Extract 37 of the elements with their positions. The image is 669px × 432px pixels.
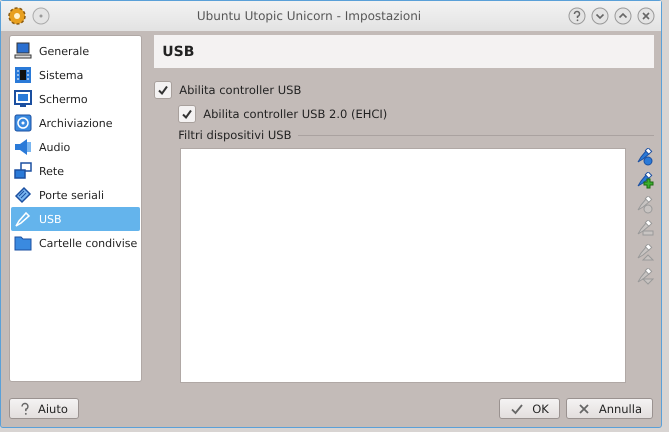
close-icon[interactable]: [637, 7, 655, 25]
sidebar-item[interactable]: Porte seriali: [11, 183, 140, 207]
sidebar-item[interactable]: Generale: [11, 39, 140, 63]
sidebar-item[interactable]: Audio: [11, 135, 140, 159]
checkbox-box[interactable]: [154, 81, 172, 99]
page-header: USB: [154, 35, 654, 68]
help-button[interactable]: Aiuto: [9, 398, 79, 419]
group-label: Filtri dispositivi USB: [178, 128, 292, 142]
plug-plus-icon[interactable]: [636, 172, 654, 190]
connector-icon: [14, 186, 32, 204]
sidebar-item[interactable]: Rete: [11, 159, 140, 183]
sidebar-item[interactable]: Schermo: [11, 87, 140, 111]
disk-icon: [14, 114, 32, 132]
sidebar-item[interactable]: Sistema: [11, 63, 140, 87]
gear-icon[interactable]: [7, 6, 27, 26]
monitor-icon: [14, 90, 32, 108]
ok-button[interactable]: OK: [499, 398, 560, 419]
folder-icon: [14, 234, 32, 252]
minimize-icon[interactable]: [591, 7, 609, 25]
sidebar-item[interactable]: Archiviazione: [11, 111, 140, 135]
checkbox-label: Abilita controller USB 2.0 (EHCI): [203, 107, 388, 121]
checkbox-box[interactable]: [178, 105, 196, 123]
network-icon: [14, 162, 32, 180]
close-icon: [576, 402, 591, 416]
chip-icon: [14, 66, 32, 84]
check-icon: [510, 402, 524, 416]
help-icon[interactable]: [568, 7, 586, 25]
cancel-button[interactable]: Annulla: [566, 398, 653, 419]
sidebar-item[interactable]: Cartelle condivise: [11, 231, 140, 255]
maximize-icon[interactable]: [614, 7, 632, 25]
speaker-icon: [14, 138, 32, 156]
checkbox-label: Abilita controller USB: [179, 83, 302, 97]
checkbox[interactable]: Abilita controller USB: [154, 78, 654, 102]
checkbox[interactable]: Abilita controller USB 2.0 (EHCI): [178, 102, 654, 126]
computer-icon: [14, 42, 32, 60]
window-title: Ubuntu Utopic Unicorn - Impostazioni: [196, 9, 422, 23]
question-icon: [20, 402, 30, 416]
